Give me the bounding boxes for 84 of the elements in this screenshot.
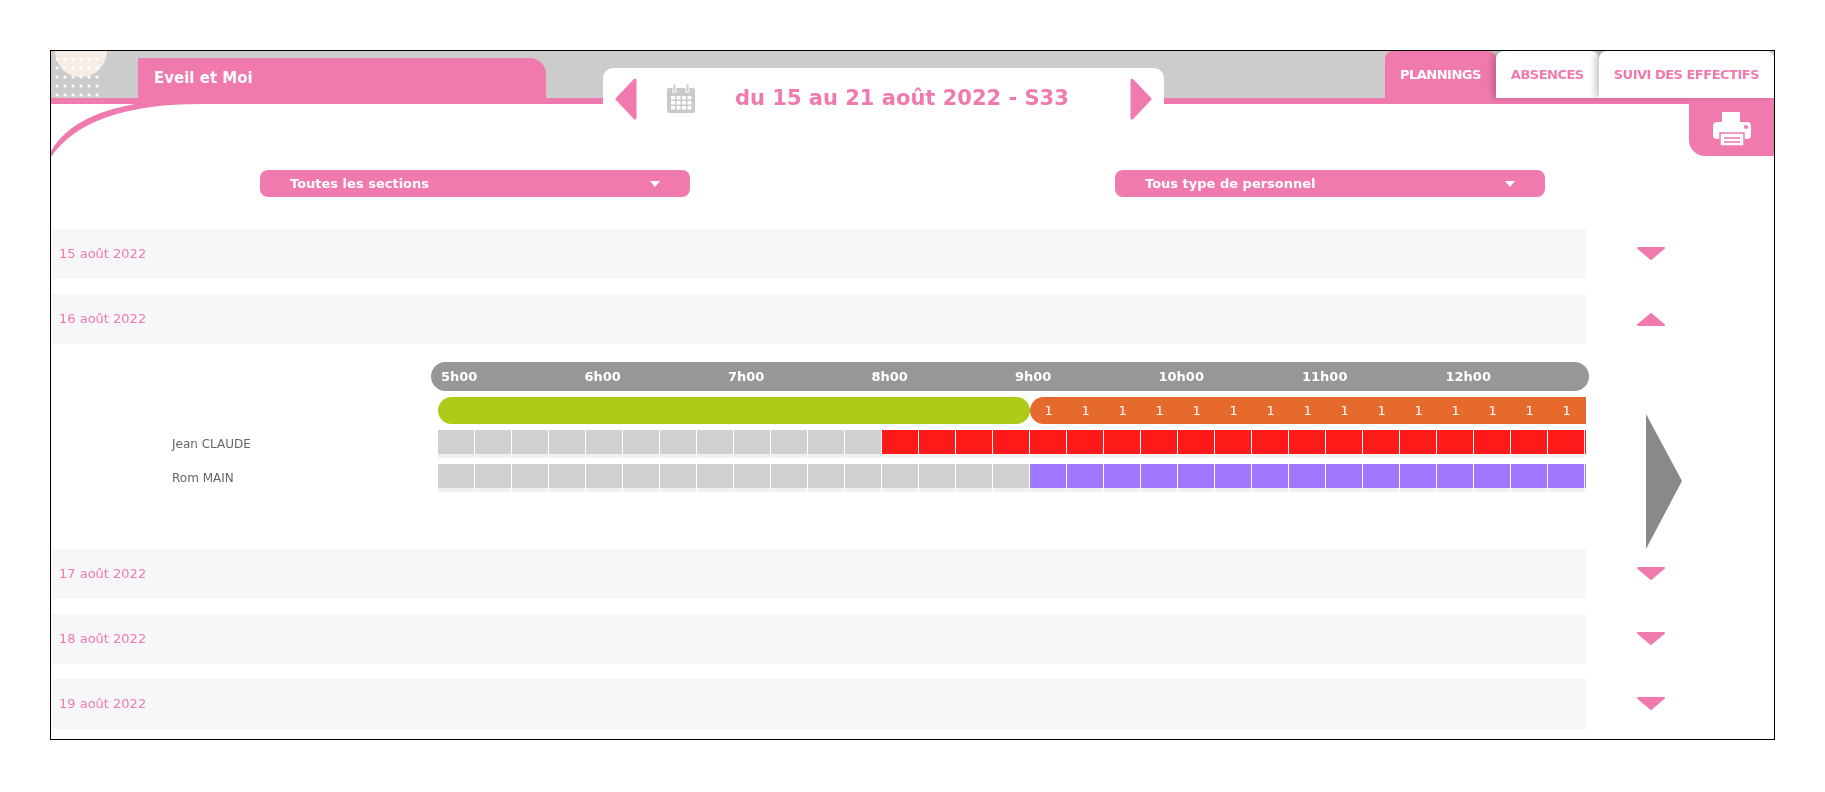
next-icon[interactable] [1646,414,1682,549]
nav-tab[interactable]: SUIVI DES EFFECTIFS [1598,51,1774,98]
schedule-slot[interactable] [956,430,993,458]
hour-label: 10h00 [1158,367,1205,386]
next-icon[interactable] [1130,78,1152,120]
hour-label: 7h00 [728,367,766,386]
hour-label: 9h00 [1015,367,1053,386]
day-header[interactable]: 15 août 2022 [51,229,1586,279]
schedule-slot[interactable] [1474,464,1511,492]
schedule-slot[interactable] [1326,464,1363,492]
schedule-slot[interactable] [1141,464,1178,492]
schedule-slot[interactable] [1178,430,1215,458]
schedule-slot[interactable] [1178,464,1215,492]
day-header[interactable]: 16 août 2022 [51,294,1586,344]
collapse-icon[interactable] [1636,312,1666,326]
caret-icon [650,180,660,187]
schedule-slot[interactable] [1215,464,1252,492]
expand-icon[interactable] [1636,247,1666,261]
day-header[interactable]: 18 août 2022 [51,614,1586,664]
filter-dropdown[interactable]: Tous type de personnel [1115,170,1545,197]
schedule-slot[interactable] [1104,464,1141,492]
schedule-slot[interactable] [882,430,919,458]
coverage-cell: 1 [1511,397,1549,424]
day-header[interactable]: 19 août 2022 [51,679,1586,729]
hour-label: 11h00 [1302,367,1349,386]
schedule-slot[interactable] [1252,464,1289,492]
coverage-cell: 1 [1474,397,1512,424]
schedule-slot[interactable] [1252,430,1289,458]
staff-name: Jean CLAUDE [170,436,252,453]
hour-label: 5h00 [441,367,479,386]
coverage-cell: 1 [1437,397,1475,424]
coverage-cell: 1 [1326,397,1364,424]
calendar-icon[interactable] [665,83,697,115]
nav-tab[interactable]: PLANNINGS [1384,51,1496,98]
schedule-slot[interactable] [1511,430,1548,458]
coverage-cell: 1 [1141,397,1179,424]
schedule-slot[interactable] [1067,430,1104,458]
schedule-slot[interactable] [1067,464,1104,492]
coverage-cell: 1 [1178,397,1216,424]
schedule-slot[interactable] [1437,430,1474,458]
expand-icon[interactable] [1636,632,1666,646]
coverage-cell: 1 [1400,397,1438,424]
filter-dropdown[interactable]: Toutes les sections [260,170,690,197]
schedule-slot[interactable] [1030,430,1067,458]
hour-label: 8h00 [871,367,909,386]
schedule-slot[interactable] [993,430,1030,458]
site-title: Eveil et Moi [138,58,546,99]
hour-label: 12h00 [1445,367,1492,386]
nav-tab[interactable]: ABSENCES [1495,51,1599,98]
coverage-cell: 1 [1289,397,1327,424]
expand-icon[interactable] [1636,697,1666,711]
previous-icon[interactable] [615,78,637,120]
schedule-slot[interactable] [1511,464,1548,492]
coverage-cell: 1 [1215,397,1253,424]
schedule-slot[interactable] [1548,464,1585,492]
schedule-slot[interactable] [1215,430,1252,458]
schedule-slot[interactable] [1548,430,1585,458]
hour-label: 6h00 [584,367,622,386]
printer-icon [1711,110,1752,147]
schedule-slot[interactable] [1363,430,1400,458]
schedule-slot[interactable] [1289,430,1326,458]
print-button[interactable] [1689,101,1774,156]
expand-icon[interactable] [1636,567,1666,581]
schedule-slot[interactable] [1400,430,1437,458]
schedule-slot[interactable] [1363,464,1400,492]
coverage-cell: 1 [1104,397,1142,424]
schedule-slot[interactable] [1104,430,1141,458]
schedule-slot[interactable] [1326,430,1363,458]
coverage-cell: 1 [1030,397,1068,424]
schedule-slot[interactable] [919,430,956,458]
coverage-cell: 1 [1252,397,1290,424]
coverage-cell: 1 [1548,397,1586,424]
schedule-slot[interactable] [1141,430,1178,458]
coverage-cell: 1 [1067,397,1105,424]
week-period: du 15 au 21 août 2022 - S33 [735,85,1069,113]
coverage-cell: 1 [1363,397,1401,424]
schedule-slot[interactable] [1400,464,1437,492]
staff-name: Rom MAIN [171,470,235,487]
caret-icon [1505,180,1515,187]
schedule-slot[interactable] [1030,464,1067,492]
schedule-slot[interactable] [1474,430,1511,458]
schedule-slot[interactable] [1437,464,1474,492]
day-header[interactable]: 17 août 2022 [51,549,1586,599]
schedule-slot[interactable] [1289,464,1326,492]
